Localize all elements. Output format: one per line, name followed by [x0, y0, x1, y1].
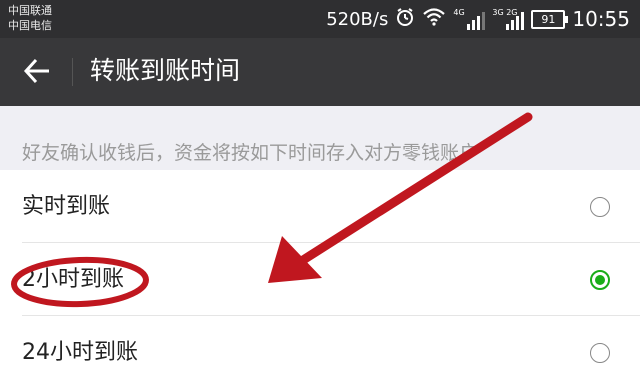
- page-title: 转账到账时间: [90, 56, 241, 85]
- option-label: 实时到账: [22, 194, 111, 219]
- wifi-icon: [422, 7, 446, 32]
- carrier-1: 中国联通: [8, 4, 52, 17]
- hint-area: 好友确认收钱后，资金将按如下时间存入对方零钱账户: [0, 106, 640, 170]
- alarm-icon: [395, 7, 415, 32]
- carrier-2: 中国电信: [8, 19, 52, 32]
- hint-text: 好友确认收钱后，资金将按如下时间存入对方零钱账户: [22, 142, 479, 164]
- carrier-info: 中国联通 中国电信: [8, 3, 52, 33]
- status-icons: 520B/s 4G 3G 2G 91 10:55: [326, 0, 630, 38]
- option-24-hours[interactable]: 24小时到账: [0, 316, 640, 388]
- back-arrow-icon[interactable]: [22, 56, 52, 86]
- signal-icon: 4G: [453, 8, 486, 30]
- radio-button[interactable]: [590, 197, 610, 217]
- radio-button-selected[interactable]: [590, 270, 610, 290]
- option-realtime[interactable]: 实时到账: [0, 170, 640, 242]
- signal-icon-2: 3G 2G: [492, 8, 525, 30]
- arrival-time-options: 实时到账 2小时到账 24小时到账: [0, 170, 640, 382]
- option-label: 2小时到账: [22, 267, 124, 292]
- net-speed: 520B/s: [326, 8, 389, 30]
- clock: 10:55: [572, 7, 630, 31]
- title-divider: [72, 58, 73, 86]
- option-2-hours[interactable]: 2小时到账: [0, 243, 640, 315]
- radio-button[interactable]: [590, 343, 610, 363]
- title-bar: 转账到账时间: [0, 38, 640, 106]
- status-bar: 中国联通 中国电信 520B/s 4G 3G 2G 91 10:55: [0, 0, 640, 38]
- battery-icon: 91: [531, 9, 569, 29]
- option-label: 24小时到账: [22, 340, 138, 365]
